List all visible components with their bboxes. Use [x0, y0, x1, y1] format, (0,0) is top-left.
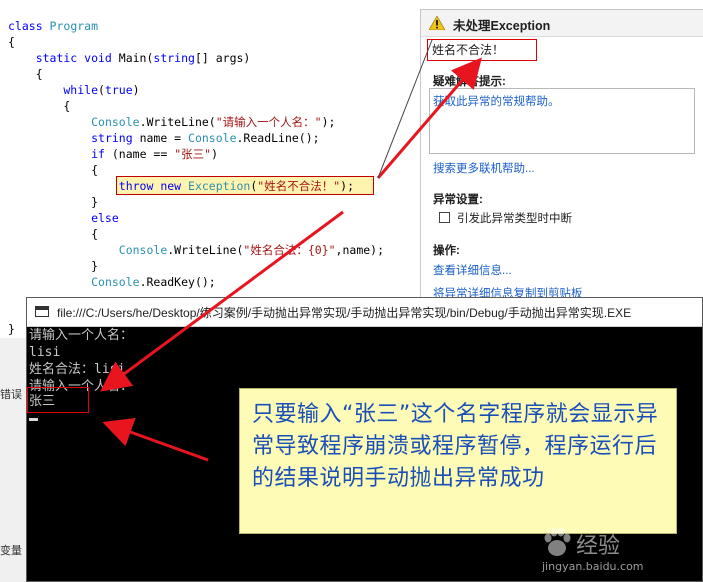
general-help-link[interactable]: 获取此异常的常规帮助。 — [433, 93, 560, 109]
code-line: } — [8, 259, 99, 273]
annotation-text: 只要输入“张三”这个名字程序就会显示异常导致程序崩溃或程序暂停，程序运行后的结果… — [252, 402, 659, 491]
actions-heading: 操作: — [433, 245, 460, 257]
break-on-exception-label[interactable]: 引发此异常类型时中断 — [457, 210, 572, 226]
closing-brace: } — [8, 322, 15, 336]
code-line: else — [8, 211, 119, 225]
view-details-link[interactable]: 查看详细信息... — [433, 262, 512, 278]
baidu-jingyan-watermark: 经验 jingyan.baidu.com — [540, 522, 700, 578]
break-on-exception-checkbox[interactable] — [439, 212, 450, 223]
warning-icon — [429, 16, 445, 30]
code-line: } — [8, 195, 99, 209]
code-line: string name = Console.ReadLine(); — [91, 131, 320, 145]
code-line: { — [8, 163, 99, 177]
troubleshooting-heading: 疑难解答提示: — [433, 76, 506, 88]
code-line: while(true) — [8, 83, 140, 97]
console-titlebar[interactable]: file:///C:/Users/he/Desktop/练习案例/手动抛出异常实… — [27, 298, 702, 327]
console-line: lisi — [29, 345, 61, 360]
exception-settings-heading: 异常设置: — [433, 194, 483, 206]
code-line: class Program — [8, 19, 99, 33]
console-cursor — [29, 418, 38, 421]
exception-title: 未处理Exception — [453, 19, 551, 33]
code-line: if (name == "张三") — [91, 147, 218, 161]
code-line: { — [8, 35, 15, 49]
watermark-brand: 经验 — [576, 534, 621, 559]
code-line: throw new Exception("姓名不合法！"); — [118, 179, 354, 193]
code-line: { — [8, 67, 43, 81]
code-editor[interactable]: class Program { static void Main(string[]… — [0, 0, 420, 340]
watermark-url: jingyan.baidu.com — [542, 560, 644, 573]
input-highlight-box — [27, 387, 89, 413]
exception-popup-header: 未处理Exception — [421, 10, 703, 37]
exception-popup: 未处理Exception 姓名不合法！ 疑难解答提示: 获取此异常的常规帮助。 … — [420, 9, 703, 300]
code-line: { — [8, 99, 71, 113]
exception-message: 姓名不合法！ — [427, 39, 537, 61]
code-line: Console.WriteLine("姓名合法：{0}",name); — [118, 243, 385, 257]
side-tab-variables[interactable]: 变量 — [0, 542, 22, 558]
code-line: static void Main(string[] args) — [8, 51, 251, 65]
paw-logo-icon — [544, 527, 571, 556]
code-line: Console.WriteLine("请输入一个人名："); — [91, 115, 336, 129]
code-line: { — [8, 227, 99, 241]
code-line: Console.ReadKey(); — [91, 275, 216, 289]
console-title: file:///C:/Users/he/Desktop/练习案例/手动抛出异常实… — [57, 306, 632, 320]
console-line: 姓名合法：lisi — [29, 362, 126, 377]
annotation-callout: 只要输入“张三”这个名字程序就会显示异常导致程序崩溃或程序暂停，程序运行后的结果… — [239, 388, 677, 534]
console-app-icon — [35, 306, 49, 317]
search-online-help-link[interactable]: 搜索更多联机帮助... — [433, 160, 535, 176]
console-line: 请输入一个人名： — [29, 328, 134, 343]
side-tab-errors[interactable]: 错误 — [0, 386, 22, 402]
